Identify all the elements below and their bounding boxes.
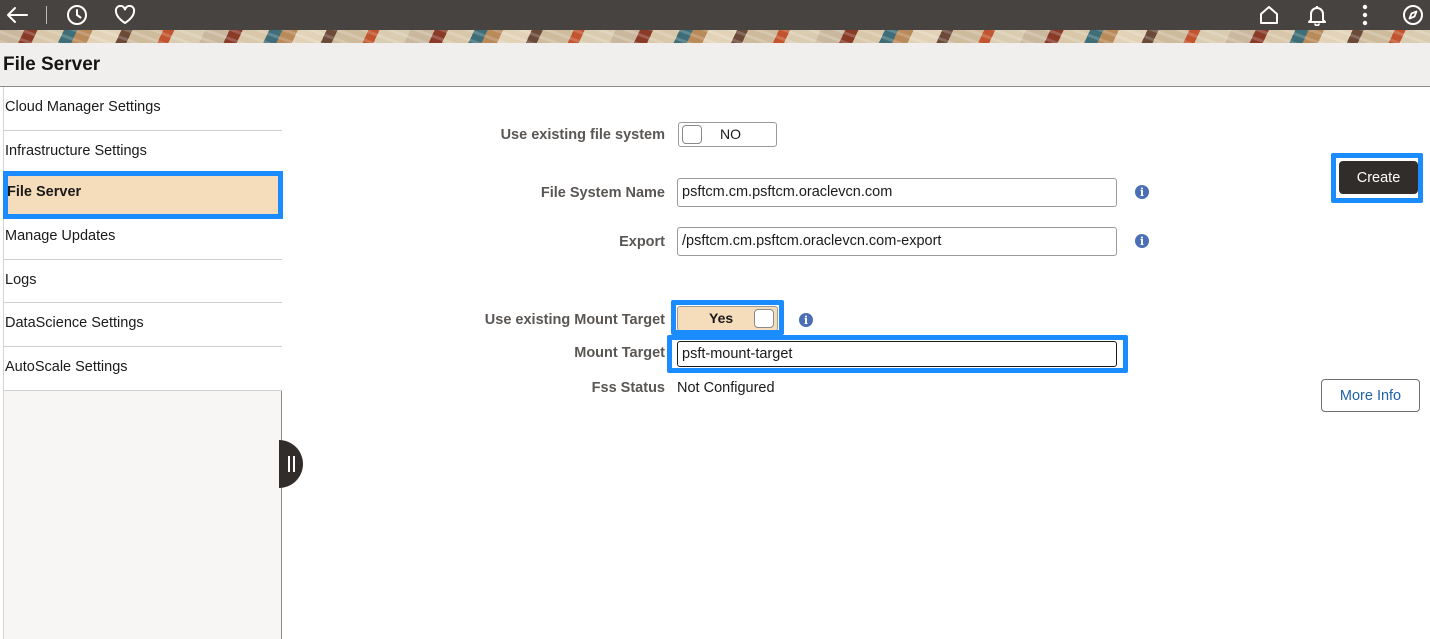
file-system-name-label: File System Name: [540, 185, 665, 201]
sidebar-item-label: Manage Updates: [5, 228, 116, 245]
heart-icon[interactable]: [110, 0, 140, 30]
drag-handle-bar: [292, 456, 295, 472]
toolbar-divider: [46, 6, 47, 24]
sidebar-item-label: Logs: [5, 271, 37, 288]
sidebar-list: Cloud Manager Settings Infrastructure Se…: [3, 87, 283, 391]
decorative-banner: [0, 30, 1430, 43]
use-existing-mount-target-label: Use existing Mount Target: [484, 312, 665, 328]
use-existing-file-system-toggle[interactable]: NO: [678, 122, 777, 147]
sidebar-item-manage-updates[interactable]: Manage Updates: [4, 216, 282, 260]
toggle-value: NO: [720, 126, 741, 142]
fss-status-label: Fss Status: [591, 380, 665, 396]
arrow-left-icon[interactable]: [2, 0, 32, 30]
top-navigation-bar: [0, 0, 1430, 30]
toggle-knob: [682, 125, 702, 144]
sidebar-item-infrastructure-settings[interactable]: Infrastructure Settings: [4, 131, 282, 175]
toggle-value: Yes: [709, 310, 734, 326]
use-existing-mount-target-toggle[interactable]: Yes: [677, 306, 778, 331]
page-title: File Server: [3, 54, 101, 75]
sidebar: Cloud Manager Settings Infrastructure Se…: [3, 87, 283, 639]
file-system-name-field[interactable]: psftcm.cm.psftcm.oraclevcn.com: [677, 178, 1117, 207]
clock-icon[interactable]: [62, 0, 92, 30]
use-existing-file-system-label: Use existing file system: [500, 127, 665, 143]
toggle-knob: [754, 309, 774, 328]
mount-target-field[interactable]: psft-mount-target: [677, 341, 1117, 367]
create-button[interactable]: Create: [1339, 161, 1418, 194]
sidebar-item-label: AutoScale Settings: [5, 358, 128, 375]
sidebar-item-label: Cloud Manager Settings: [5, 99, 161, 115]
compass-icon[interactable]: [1398, 0, 1428, 30]
sidebar-item-file-server[interactable]: File Server: [3, 171, 283, 220]
info-icon[interactable]: i: [1135, 234, 1149, 248]
sidebar-item-label: File Server: [7, 184, 82, 201]
sidebar-item-label: DataScience Settings: [5, 315, 144, 332]
more-info-button[interactable]: More Info: [1321, 379, 1420, 412]
fss-status-value: Not Configured: [677, 380, 775, 396]
sidebar-collapse-handle[interactable]: [279, 440, 303, 488]
drag-handle-bar: [287, 456, 290, 472]
info-icon[interactable]: i: [799, 313, 813, 327]
sidebar-item-label: Infrastructure Settings: [5, 142, 147, 159]
home-icon[interactable]: [1254, 0, 1284, 30]
mount-target-label: Mount Target: [574, 345, 665, 361]
sidebar-item-cloud-manager-settings[interactable]: Cloud Manager Settings: [4, 87, 282, 131]
sidebar-item-datascience-settings[interactable]: DataScience Settings: [4, 303, 282, 347]
sidebar-item-autoscale-settings[interactable]: AutoScale Settings: [4, 347, 282, 391]
info-icon[interactable]: i: [1135, 185, 1149, 199]
bell-icon[interactable]: [1302, 0, 1332, 30]
sidebar-item-logs[interactable]: Logs: [4, 260, 282, 304]
page-header: File Server: [0, 43, 1430, 87]
export-label: Export: [619, 234, 665, 250]
more-vertical-icon[interactable]: [1350, 0, 1380, 30]
export-field[interactable]: /psftcm.cm.psftcm.oraclevcn.com-export: [677, 227, 1117, 256]
